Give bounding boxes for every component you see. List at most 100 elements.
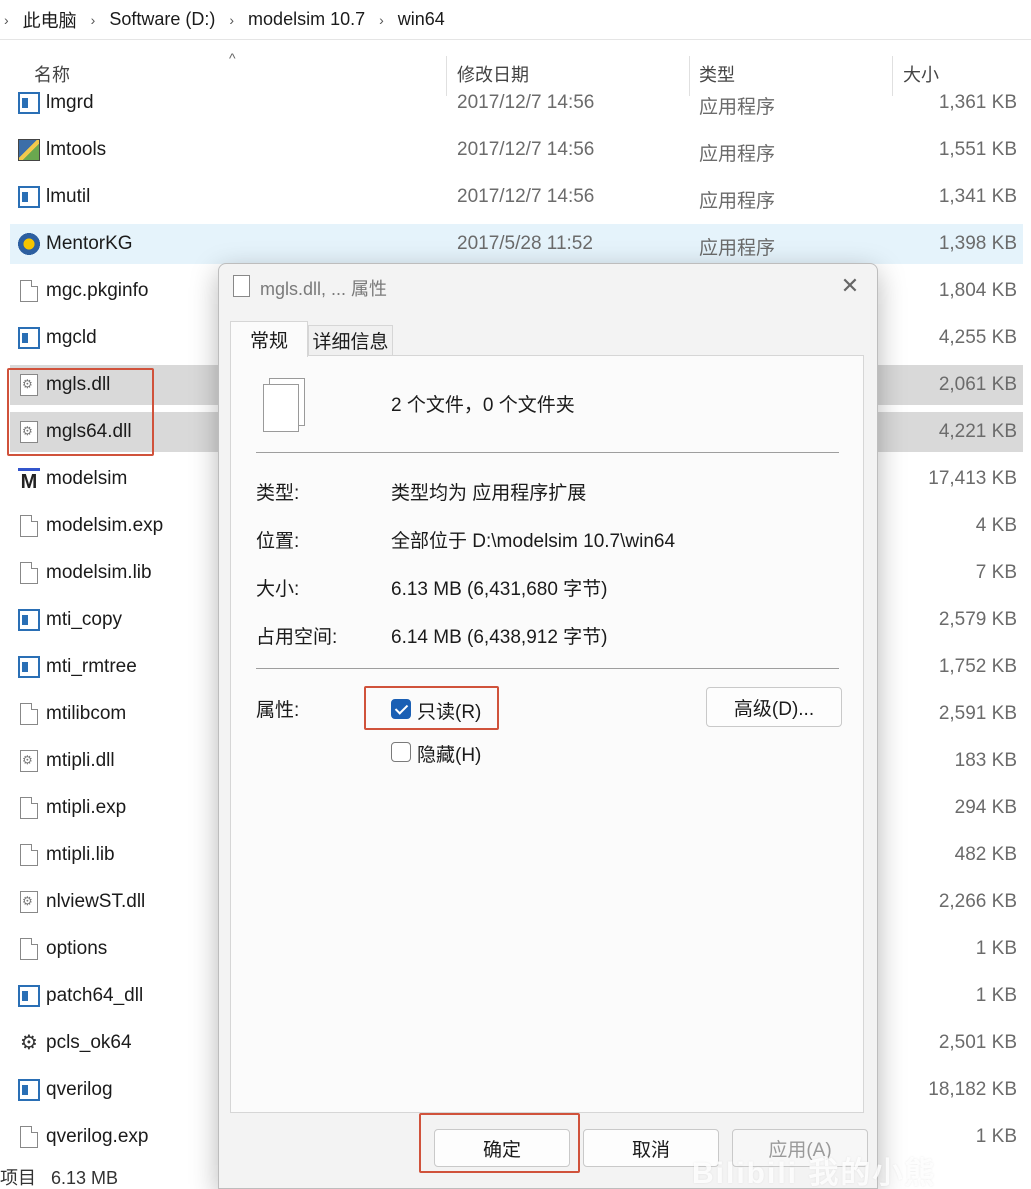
file-size: 183 KB — [954, 750, 1017, 771]
advanced-button[interactable]: 高级(D)... — [706, 687, 842, 727]
file-type: 应用程序 — [699, 144, 776, 165]
breadcrumb: › 此电脑 › Software (D:) › modelsim 10.7 › … — [0, 0, 1031, 40]
chevron-right-icon[interactable]: › — [4, 12, 9, 28]
dialog-titlebar[interactable]: mgls.dll, ... 属性 ✕ — [219, 264, 877, 308]
size-value: 6.13 MB (6,431,680 字节) — [391, 579, 608, 600]
hidden-label[interactable]: 隐藏(H) — [417, 740, 481, 767]
application-icon — [18, 985, 40, 1007]
file-size: 1 KB — [975, 985, 1017, 1006]
file-row[interactable]: lmgrd 2017/12/7 14:56 应用程序 1,361 KB — [10, 83, 1023, 123]
application-icon — [18, 609, 40, 631]
file-name: nlviewST.dll — [46, 891, 146, 912]
files-summary: 2 个文件，0 个文件夹 — [391, 395, 575, 416]
watermark: Bilibili 我的小熊 — [692, 1157, 937, 1189]
file-icon — [20, 797, 38, 819]
file-size: 482 KB — [954, 844, 1017, 865]
breadcrumb-folder-win64[interactable]: win64 — [398, 9, 445, 30]
file-name: options — [46, 938, 108, 959]
file-name: lmgrd — [46, 92, 94, 113]
file-icon — [20, 1126, 38, 1148]
file-icon — [20, 703, 38, 725]
file-name: mti_copy — [46, 609, 123, 630]
file-icon — [20, 515, 38, 537]
mentor-app-icon — [18, 233, 40, 255]
breadcrumb-drive[interactable]: Software (D:) — [109, 9, 215, 30]
file-type: 应用程序 — [699, 191, 776, 212]
divider — [256, 452, 839, 453]
file-type: 应用程序 — [699, 238, 776, 259]
file-name: modelsim.exp — [46, 515, 164, 536]
highlight-box-ok — [419, 1113, 580, 1173]
dll-file-icon — [20, 891, 38, 913]
file-name: qverilog — [46, 1079, 113, 1100]
highlight-box-readonly — [364, 686, 499, 730]
file-size: 4,255 KB — [938, 327, 1017, 348]
file-name: modelsim — [46, 468, 128, 489]
lmtools-app-icon — [18, 139, 40, 161]
modelsim-app-icon: M — [18, 468, 40, 493]
file-name: qverilog.exp — [46, 1126, 149, 1147]
file-date: 2017/12/7 14:56 — [457, 92, 595, 113]
file-name: mtipli.lib — [46, 844, 115, 865]
file-type: 应用程序 — [699, 97, 776, 118]
file-size: 2,591 KB — [938, 703, 1017, 724]
file-row[interactable]: MentorKG 2017/5/28 11:52 应用程序 1,398 KB — [10, 224, 1023, 264]
file-name: mti_rmtree — [46, 656, 137, 677]
application-icon — [18, 1079, 40, 1101]
file-name: MentorKG — [46, 233, 133, 254]
status-items-text: 项目 — [0, 1168, 36, 1188]
sort-ascending-icon: ^ — [229, 50, 236, 66]
size-label: 大小: — [256, 579, 300, 600]
file-size: 1,752 KB — [938, 656, 1017, 677]
file-name: mgc.pkginfo — [46, 280, 149, 301]
attributes-label: 属性: — [256, 700, 300, 721]
file-size: 1,551 KB — [938, 139, 1017, 160]
file-name: lmtools — [46, 139, 107, 160]
file-row[interactable]: lmutil 2017/12/7 14:56 应用程序 1,341 KB — [10, 177, 1023, 217]
file-name: lmutil — [46, 186, 91, 207]
gear-app-icon: ⚙ — [20, 1032, 38, 1054]
status-selected-size: 6.13 MB — [51, 1168, 119, 1188]
chevron-right-icon[interactable]: › — [229, 12, 234, 28]
breadcrumb-this-pc[interactable]: 此电脑 — [23, 7, 77, 33]
dialog-title: mgls.dll, ... 属性 — [260, 279, 388, 299]
application-icon — [18, 92, 40, 114]
file-size: 1,341 KB — [938, 186, 1017, 207]
tab-details[interactable]: 详细信息 — [308, 325, 393, 355]
general-tab-panel: 2 个文件，0 个文件夹 类型: 类型均为 应用程序扩展 位置: 全部位于 D:… — [230, 355, 864, 1113]
file-size: 2,061 KB — [938, 374, 1017, 395]
disk-size-label: 占用空间: — [256, 627, 338, 648]
file-name: patch64_dll — [46, 985, 144, 1006]
file-size: 17,413 KB — [928, 468, 1017, 489]
file-icon — [20, 938, 38, 960]
file-size: 1 KB — [975, 938, 1017, 959]
file-icon — [233, 275, 250, 297]
highlight-box-selected-files — [7, 368, 154, 456]
file-size: 4,221 KB — [938, 421, 1017, 442]
file-date: 2017/5/28 11:52 — [457, 233, 593, 254]
application-icon — [18, 656, 40, 678]
disk-size-value: 6.14 MB (6,438,912 字节) — [391, 627, 608, 648]
tab-general[interactable]: 常规 — [230, 321, 308, 357]
file-size: 2,266 KB — [938, 891, 1017, 912]
type-value: 类型均为 应用程序扩展 — [391, 483, 587, 504]
file-name: mtilibcom — [46, 703, 127, 724]
file-size: 2,579 KB — [938, 609, 1017, 630]
breadcrumb-folder-modelsim[interactable]: modelsim 10.7 — [248, 9, 365, 30]
hidden-checkbox[interactable] — [391, 742, 411, 762]
close-icon[interactable]: ✕ — [835, 272, 865, 300]
chevron-right-icon[interactable]: › — [91, 12, 96, 28]
chevron-right-icon[interactable]: › — [379, 12, 384, 28]
file-size: 1,804 KB — [938, 280, 1017, 301]
file-size: 294 KB — [954, 797, 1017, 818]
file-name: pcls_ok64 — [46, 1032, 132, 1053]
type-label: 类型: — [256, 483, 300, 504]
file-size: 7 KB — [975, 562, 1017, 583]
file-size: 1,398 KB — [938, 233, 1017, 254]
file-icon — [20, 844, 38, 866]
file-name: mtipli.exp — [46, 797, 127, 818]
location-label: 位置: — [256, 531, 300, 552]
file-row[interactable]: lmtools 2017/12/7 14:56 应用程序 1,551 KB — [10, 130, 1023, 170]
file-name: modelsim.lib — [46, 562, 152, 583]
status-bar: 项目 6.13 MB — [0, 1164, 118, 1189]
